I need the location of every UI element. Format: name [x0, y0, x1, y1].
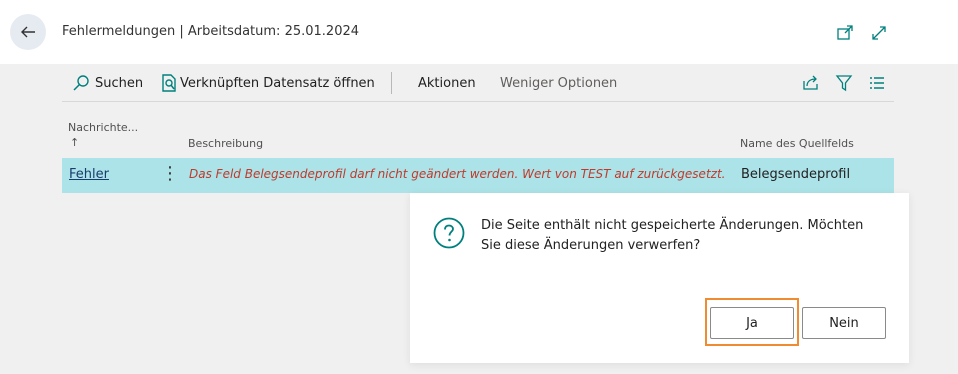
row-menu-icon[interactable]: ⋮	[161, 163, 179, 184]
search-button[interactable]: Suchen	[72, 64, 143, 102]
fewer-options-button[interactable]: Weniger Optionen	[500, 64, 617, 102]
source-field-value: Belegsendeprofil	[741, 167, 851, 182]
actions-menu[interactable]: Aktionen	[418, 64, 476, 102]
arrow-left-icon	[21, 26, 35, 38]
table-row[interactable]: Fehler ⋮ Das Feld Belegsendeprofil darf …	[62, 158, 894, 193]
action-bar: Suchen Verknüpften Datensatz öffnen Akti…	[62, 64, 894, 102]
toolbar-divider	[391, 72, 392, 94]
message-type-link[interactable]: Fehler	[69, 167, 109, 182]
column-header-description[interactable]: Beschreibung	[188, 137, 263, 150]
error-description: Das Feld Belegsendeprofil darf nicht geä…	[189, 167, 726, 181]
page-title: Fehlermeldungen | Arbeitsdatum: 25.01.20…	[62, 24, 360, 39]
back-button[interactable]	[10, 14, 46, 50]
column-header-messages[interactable]: Nachrichte...	[68, 121, 138, 134]
actions-label: Aktionen	[418, 75, 476, 91]
dialog-message: Die Seite enthält nicht gespeicherte Änd…	[481, 218, 864, 253]
search-label: Suchen	[95, 75, 144, 91]
share-icon[interactable]	[802, 74, 820, 92]
question-icon	[433, 217, 465, 249]
open-in-new-window-icon[interactable]	[836, 24, 854, 42]
document-search-icon	[162, 74, 176, 92]
confirm-dialog: Die Seite enthält nicht gespeicherte Änd…	[410, 193, 909, 363]
yes-button[interactable]: Ja	[710, 307, 794, 339]
search-icon	[73, 75, 89, 91]
open-linked-record-button[interactable]: Verknüpften Datensatz öffnen	[161, 64, 375, 102]
no-button[interactable]: Nein	[802, 307, 886, 339]
fewer-options-label: Weniger Optionen	[500, 75, 618, 91]
page-header: Fehlermeldungen | Arbeitsdatum: 25.01.20…	[0, 0, 958, 64]
sort-ascending-icon: ↑	[70, 136, 80, 149]
open-linked-record-label: Verknüpften Datensatz öffnen	[180, 75, 375, 91]
list-view-icon[interactable]	[868, 74, 886, 92]
filter-icon[interactable]	[835, 74, 853, 92]
expand-icon[interactable]	[870, 24, 888, 42]
column-header-source-field[interactable]: Name des Quellfelds	[740, 137, 854, 150]
